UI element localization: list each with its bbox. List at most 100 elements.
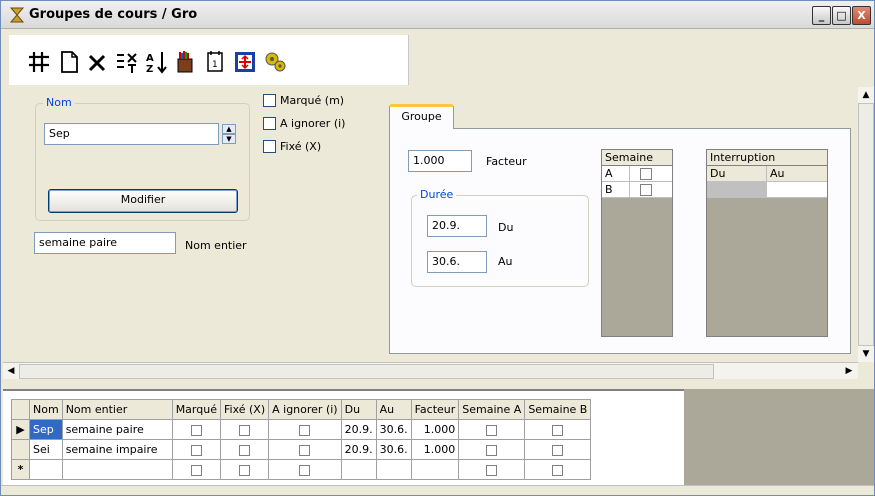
cell-a-ignorer[interactable] bbox=[268, 419, 342, 440]
scroll-down-icon[interactable]: ▼ bbox=[858, 346, 874, 362]
cell-fixe[interactable] bbox=[219, 439, 270, 460]
semaine-a-checkbox[interactable] bbox=[486, 424, 498, 436]
fit-icon[interactable] bbox=[231, 48, 259, 76]
cell-du[interactable] bbox=[340, 459, 377, 480]
cell-semaine-a[interactable] bbox=[458, 419, 526, 440]
facteur-input[interactable]: 1.000 bbox=[408, 150, 472, 172]
close-button[interactable]: X bbox=[852, 6, 871, 25]
maximize-button[interactable]: □ bbox=[832, 6, 851, 25]
semaine-a-checkbox[interactable] bbox=[486, 444, 498, 456]
settings-icon[interactable] bbox=[261, 48, 289, 76]
a-ignorer-checkbox[interactable] bbox=[299, 464, 311, 476]
nom-input[interactable]: Sep bbox=[44, 123, 219, 145]
cell-semaine-a[interactable] bbox=[458, 459, 526, 480]
cell-marque[interactable] bbox=[171, 419, 221, 440]
interruption-au-cell[interactable] bbox=[767, 182, 827, 198]
semaine-row-b[interactable]: B bbox=[602, 182, 672, 198]
cell-au[interactable]: 30.6. bbox=[375, 419, 412, 440]
cell-nom[interactable]: Sep bbox=[29, 419, 63, 440]
semaine-b-checkbox[interactable] bbox=[552, 444, 564, 456]
cell-au[interactable]: 30.6. bbox=[375, 439, 412, 460]
col-header-nom-entier[interactable]: Nom entier bbox=[61, 399, 173, 420]
cell-semaine-b[interactable] bbox=[524, 439, 592, 460]
col-header-fixe[interactable]: Fixé (X) bbox=[219, 399, 270, 420]
a-ignorer-checkbox[interactable] bbox=[299, 424, 311, 436]
title-bar[interactable]: Groupes de cours / Gro _ □ X bbox=[1, 1, 874, 29]
au-input[interactable]: 30.6. bbox=[427, 251, 487, 273]
col-header-semaine-b[interactable]: Semaine B bbox=[524, 399, 592, 420]
interruption-du-cell[interactable] bbox=[707, 182, 767, 198]
col-header-au[interactable]: Au bbox=[375, 399, 412, 420]
horizontal-scrollbar[interactable]: ◀ ▶ bbox=[3, 362, 858, 379]
scroll-up-icon[interactable]: ▲ bbox=[858, 87, 874, 103]
cell-marque[interactable] bbox=[171, 459, 221, 480]
scroll-left-icon[interactable]: ◀ bbox=[3, 363, 19, 379]
semaine-a-checkbox[interactable] bbox=[486, 464, 498, 476]
table-row[interactable]: ▶ Sep semaine paire 20.9. 30.6. 1.000 bbox=[11, 419, 592, 440]
du-input[interactable]: 20.9. bbox=[427, 215, 487, 237]
fixe-checkbox[interactable] bbox=[239, 424, 251, 436]
paint-icon[interactable] bbox=[171, 48, 199, 76]
col-header-facteur[interactable]: Facteur bbox=[410, 399, 460, 420]
modifier-button[interactable]: Modifier bbox=[48, 189, 238, 213]
semaine-b-checkbox[interactable] bbox=[640, 184, 652, 196]
cell-nom-entier[interactable] bbox=[61, 459, 173, 480]
sort-options-icon[interactable] bbox=[113, 48, 141, 76]
cell-semaine-b[interactable] bbox=[524, 419, 592, 440]
interruption-new-row[interactable] bbox=[707, 182, 827, 198]
col-header-du[interactable]: Du bbox=[340, 399, 377, 420]
semaine-b-checkbox[interactable] bbox=[552, 464, 564, 476]
col-header-semaine-a[interactable]: Semaine A bbox=[458, 399, 526, 420]
cell-du[interactable]: 20.9. bbox=[340, 419, 377, 440]
tab-groupe[interactable]: Groupe bbox=[389, 104, 454, 129]
cell-a-ignorer[interactable] bbox=[268, 459, 342, 480]
col-header-nom[interactable]: Nom bbox=[29, 399, 63, 420]
spin-up-icon[interactable]: ▲ bbox=[222, 124, 236, 134]
new-row-indicator-icon[interactable]: * bbox=[11, 459, 30, 480]
fixe-checkbox[interactable] bbox=[239, 444, 251, 456]
marque-checkbox[interactable] bbox=[190, 424, 202, 436]
nom-spinner[interactable]: ▲ ▼ bbox=[222, 124, 236, 144]
table-new-row[interactable]: * bbox=[11, 459, 592, 480]
cell-fixe[interactable] bbox=[219, 419, 270, 440]
fixe-checkbox[interactable] bbox=[263, 140, 276, 153]
row-indicator-icon[interactable]: ▶ bbox=[11, 419, 30, 440]
marque-checkbox[interactable] bbox=[190, 464, 202, 476]
cell-nom[interactable] bbox=[29, 459, 63, 480]
cell-semaine-b[interactable] bbox=[524, 459, 592, 480]
nom-entier-input[interactable]: semaine paire bbox=[34, 232, 176, 254]
cell-nom-entier[interactable]: semaine paire bbox=[61, 419, 173, 440]
a-ignorer-checkbox[interactable] bbox=[263, 117, 276, 130]
semaine-a-checkbox[interactable] bbox=[640, 168, 652, 180]
cell-du[interactable]: 20.9. bbox=[340, 439, 377, 460]
sort-az-icon[interactable]: AZ bbox=[143, 48, 171, 76]
cell-nom[interactable]: Sei bbox=[29, 439, 63, 460]
grid-icon[interactable] bbox=[25, 48, 53, 76]
minimize-button[interactable]: _ bbox=[812, 6, 831, 25]
calendar-icon[interactable]: 1 bbox=[201, 48, 229, 76]
col-header-a-ignorer[interactable]: A ignorer (i) bbox=[268, 399, 342, 420]
cell-facteur[interactable]: 1.000 bbox=[410, 419, 460, 440]
table-row[interactable]: Sei semaine impaire 20.9. 30.6. 1.000 bbox=[11, 439, 592, 460]
semaine-b-checkbox[interactable] bbox=[552, 424, 564, 436]
vertical-scrollbar[interactable]: ▲ ▼ bbox=[858, 87, 874, 362]
scroll-right-icon[interactable]: ▶ bbox=[841, 363, 857, 379]
cell-fixe[interactable] bbox=[219, 459, 270, 480]
cell-facteur[interactable]: 1.000 bbox=[410, 439, 460, 460]
cell-a-ignorer[interactable] bbox=[268, 439, 342, 460]
horizontal-scroll-thumb[interactable] bbox=[19, 364, 714, 379]
cell-facteur[interactable] bbox=[410, 459, 460, 480]
row-indicator-icon[interactable] bbox=[11, 439, 30, 460]
vertical-scroll-thumb[interactable] bbox=[858, 103, 874, 346]
delete-icon[interactable] bbox=[83, 48, 111, 76]
fixe-checkbox[interactable] bbox=[239, 464, 251, 476]
cell-au[interactable] bbox=[375, 459, 412, 480]
spin-down-icon[interactable]: ▼ bbox=[222, 134, 236, 144]
new-document-icon[interactable] bbox=[55, 48, 83, 76]
marque-checkbox[interactable] bbox=[190, 444, 202, 456]
col-header-marque[interactable]: Marqué bbox=[171, 399, 221, 420]
marque-checkbox[interactable] bbox=[263, 94, 276, 107]
cell-nom-entier[interactable]: semaine impaire bbox=[61, 439, 173, 460]
cell-marque[interactable] bbox=[171, 439, 221, 460]
semaine-row-a[interactable]: A bbox=[602, 166, 672, 182]
